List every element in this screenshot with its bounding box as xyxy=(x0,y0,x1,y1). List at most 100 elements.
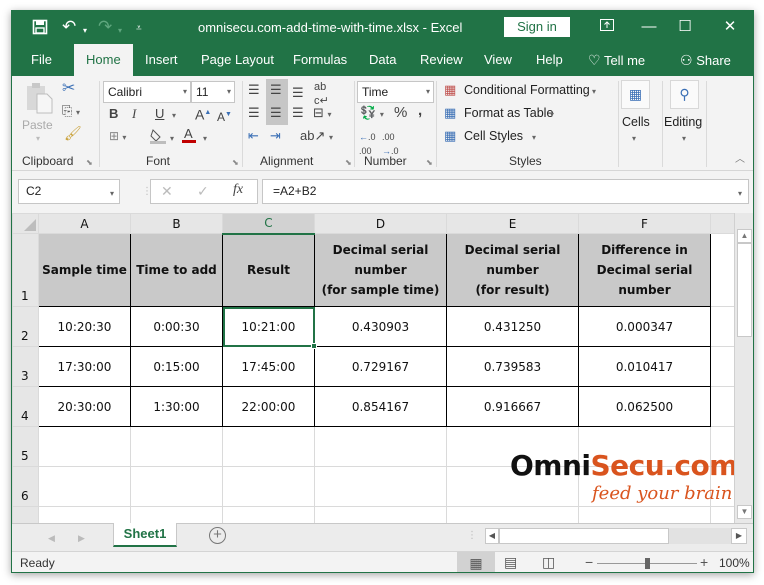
cell-b2[interactable]: 0:00:30 xyxy=(130,306,223,347)
tab-formulas[interactable]: Formulas xyxy=(293,44,347,76)
font-color-icon[interactable]: A xyxy=(184,127,193,141)
column-header-d[interactable]: D xyxy=(314,213,447,234)
zoom-slider[interactable] xyxy=(597,558,697,569)
paste-button[interactable]: Paste ▾ xyxy=(22,82,58,143)
font-launcher-icon[interactable]: ⬊ xyxy=(232,156,239,170)
column-header-f[interactable]: F xyxy=(578,213,711,234)
font-size-select[interactable]: 11 ▾ xyxy=(191,81,235,103)
zoom-slider-thumb[interactable] xyxy=(645,558,650,569)
font-color-dropdown-icon[interactable]: ▾ xyxy=(203,132,207,146)
scroll-up-arrow-icon[interactable]: ▲ xyxy=(737,229,752,243)
minimize-icon[interactable]: — xyxy=(634,16,664,38)
page-layout-view-icon[interactable]: ▤ xyxy=(504,554,517,571)
cell-d4[interactable]: 0.854167 xyxy=(314,386,447,427)
tab-view[interactable]: View xyxy=(484,44,512,76)
customize-qat-icon[interactable]: ⩡ xyxy=(136,21,142,37)
comma-style-button[interactable]: , xyxy=(418,103,422,118)
align-left-icon[interactable]: ☰ xyxy=(248,106,260,120)
row-header-5[interactable]: 5 xyxy=(12,426,39,467)
tab-home[interactable]: Home xyxy=(74,44,133,76)
accounting-format-icon[interactable]: 💱 ▾ xyxy=(360,106,384,122)
share-button[interactable]: ⚇ Share xyxy=(680,44,731,76)
cell-c3[interactable]: 17:45:00 xyxy=(222,346,315,387)
bold-button[interactable]: B xyxy=(109,107,118,121)
collapse-ribbon-icon[interactable]: ︿ xyxy=(735,153,745,167)
page-break-view-icon[interactable]: ◫ xyxy=(542,554,555,571)
tab-file[interactable]: File xyxy=(31,44,52,76)
column-header-e[interactable]: E xyxy=(446,213,579,234)
cell-d1[interactable]: Decimal serial number (for sample time) xyxy=(314,233,447,307)
cell-a6[interactable] xyxy=(38,466,131,507)
tab-help[interactable]: Help xyxy=(536,44,563,76)
column-header-a[interactable]: A xyxy=(38,213,131,234)
cell-g3[interactable] xyxy=(710,346,735,387)
cell-b6[interactable] xyxy=(130,466,223,507)
borders-icon[interactable]: ⊞ ▾ xyxy=(109,129,126,145)
name-box[interactable]: C2 ▾ xyxy=(18,179,120,204)
cell-c2-selected[interactable]: 10:21:00 xyxy=(222,306,317,349)
percent-style-button[interactable]: % xyxy=(394,105,407,120)
cell-a3[interactable]: 17:30:00 xyxy=(38,346,131,387)
formula-input[interactable]: =A2+B2 ▾ xyxy=(262,179,749,204)
font-name-select[interactable]: Calibri ▾ xyxy=(103,81,191,103)
bottom-align-icon[interactable]: ☰ xyxy=(292,86,304,100)
row-header-3[interactable]: 3 xyxy=(12,346,39,387)
cell-b3[interactable]: 0:15:00 xyxy=(130,346,223,387)
cell-d6[interactable] xyxy=(314,466,447,507)
align-right-icon[interactable]: ☰ xyxy=(292,106,304,120)
cell-a4[interactable]: 20:30:00 xyxy=(38,386,131,427)
enter-icon[interactable]: ✓ xyxy=(197,184,209,198)
normal-view-icon[interactable]: ▦ xyxy=(457,552,495,572)
cut-icon[interactable]: ✂ xyxy=(62,81,75,97)
cell-d2[interactable]: 0.430903 xyxy=(314,306,447,347)
vertical-scroll-thumb[interactable] xyxy=(737,243,752,337)
increase-indent-icon[interactable]: ⇥ xyxy=(270,129,281,143)
tab-data[interactable]: Data xyxy=(369,44,396,76)
redo-dropdown-icon[interactable]: ▾ xyxy=(118,23,122,39)
editing-button[interactable]: ⚲ Editing ▾ xyxy=(662,80,706,150)
orientation-icon[interactable]: ab↗ ▾ xyxy=(300,129,333,145)
scroll-right-arrow-icon[interactable]: ▶ xyxy=(731,528,747,544)
fill-color-dropdown-icon[interactable]: ▾ xyxy=(170,132,174,146)
underline-dropdown-icon[interactable]: ▾ xyxy=(172,109,176,123)
cancel-icon[interactable]: ✕ xyxy=(161,184,173,198)
add-sheet-icon[interactable]: + xyxy=(209,527,226,544)
cell-c6[interactable] xyxy=(222,466,315,507)
underline-button[interactable]: U xyxy=(155,107,164,121)
redo-icon[interactable]: ↷ xyxy=(98,18,112,35)
maximize-icon[interactable]: ☐ xyxy=(670,16,700,38)
cell-a1[interactable]: Sample time xyxy=(38,233,131,307)
close-icon[interactable]: ✕ xyxy=(715,16,745,38)
cell-d3[interactable]: 0.729167 xyxy=(314,346,447,387)
split-handle-icon[interactable]: ⋮ xyxy=(467,529,477,543)
number-format-select[interactable]: Time ▾ xyxy=(357,81,434,103)
fill-handle[interactable] xyxy=(311,343,317,349)
cell-c5[interactable] xyxy=(222,426,315,467)
cell-f1[interactable]: Difference in Decimal serial number xyxy=(578,233,711,307)
column-header-g[interactable] xyxy=(710,213,735,234)
merge-center-icon[interactable]: ⊟ ▾ xyxy=(313,106,332,122)
insert-function-button[interactable]: fx xyxy=(233,183,243,197)
horizontal-scroll-thumb[interactable] xyxy=(499,528,669,544)
scroll-left-arrow-icon[interactable]: ◀ xyxy=(485,528,499,544)
ribbon-display-options-icon[interactable] xyxy=(592,16,622,38)
middle-align-icon[interactable]: ☰ xyxy=(270,83,282,97)
undo-dropdown-icon[interactable]: ▾ xyxy=(83,23,87,39)
cell-b4[interactable]: 1:30:00 xyxy=(130,386,223,427)
tab-page-layout[interactable]: Page Layout xyxy=(201,44,274,76)
top-align-icon[interactable]: ☰ xyxy=(248,83,260,97)
cell-g1[interactable] xyxy=(710,233,735,307)
zoom-out-button[interactable]: − xyxy=(585,554,593,570)
undo-icon[interactable]: ↶ xyxy=(62,18,76,35)
cells-button[interactable]: ▦ Cells ▾ xyxy=(617,80,653,150)
save-icon[interactable] xyxy=(32,19,48,39)
cell-b1[interactable]: Time to add xyxy=(130,233,223,307)
row-header-2[interactable]: 2 xyxy=(12,306,39,347)
tell-me-button[interactable]: ♡ Tell me xyxy=(588,44,645,76)
fill-color-icon[interactable] xyxy=(149,128,167,147)
select-all-button[interactable] xyxy=(12,213,39,234)
copy-icon[interactable]: ⎘ ▾ xyxy=(62,104,80,120)
cell-e2[interactable]: 0.431250 xyxy=(446,306,579,347)
cell-g2[interactable] xyxy=(710,306,735,347)
prev-sheet-icon[interactable]: ◀ xyxy=(48,531,55,545)
